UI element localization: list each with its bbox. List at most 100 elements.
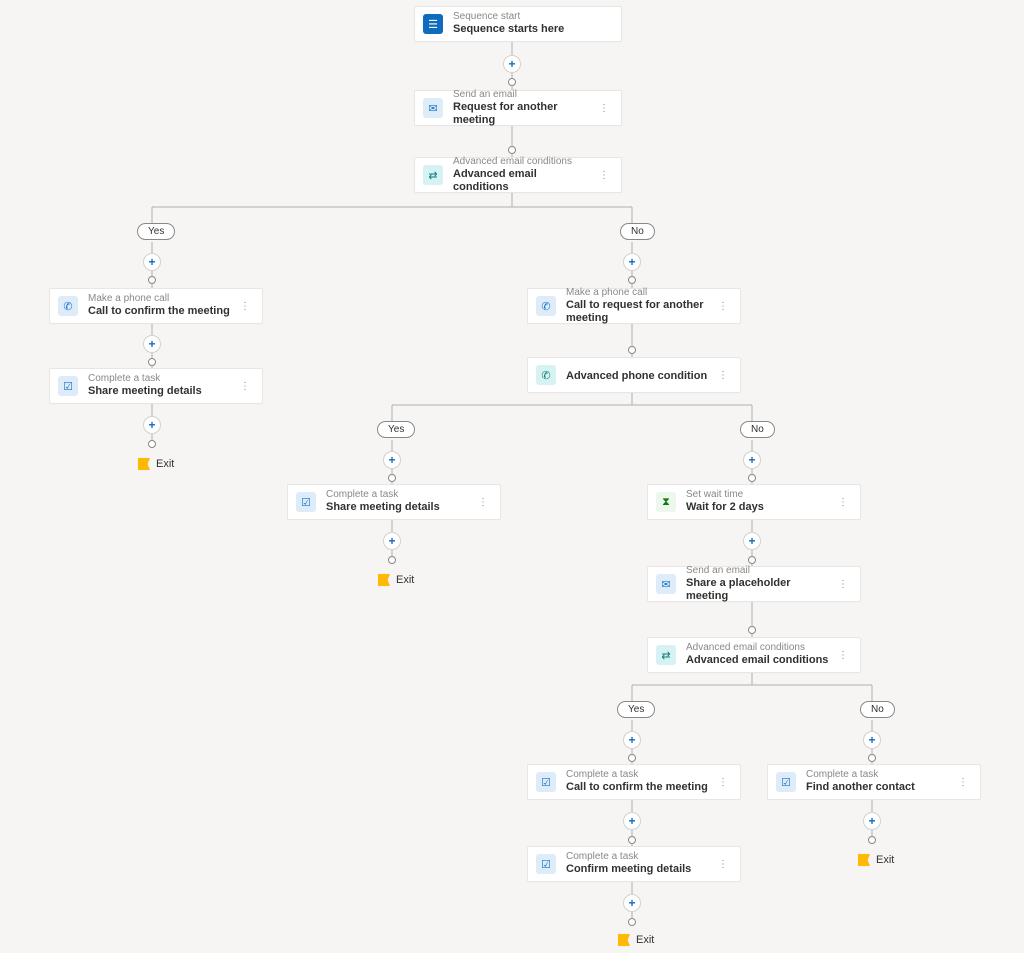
add-step-button[interactable]: + (623, 253, 641, 271)
branch-yes-pill[interactable]: Yes (377, 421, 415, 438)
add-step-button[interactable]: + (503, 55, 521, 73)
node-title: Share a placeholder meeting (686, 577, 834, 603)
node-title: Request for another meeting (453, 101, 595, 127)
task-icon: ☑ (536, 854, 556, 874)
node-title: Call to confirm the meeting (566, 781, 708, 794)
connector-terminator (628, 836, 636, 844)
exit-label: Exit (636, 934, 654, 946)
node-subtitle: Make a phone call (88, 293, 230, 305)
add-step-button[interactable]: + (143, 335, 161, 353)
node-complete-task[interactable]: ☑ Complete a task Share meeting details … (287, 484, 501, 520)
node-send-email[interactable]: ✉ Send an email Request for another meet… (414, 90, 622, 126)
add-step-button[interactable]: + (143, 416, 161, 434)
node-title: Call to confirm the meeting (88, 305, 230, 318)
add-step-button[interactable]: + (863, 731, 881, 749)
exit-marker: Exit (618, 934, 654, 946)
node-complete-task[interactable]: ☑ Complete a task Find another contact ⋮ (767, 764, 981, 800)
node-subtitle: Complete a task (806, 769, 915, 781)
node-menu-button[interactable]: ⋮ (834, 579, 852, 590)
node-subtitle: Send an email (686, 565, 834, 577)
node-complete-task[interactable]: ☑ Complete a task Confirm meeting detail… (527, 846, 741, 882)
add-step-button[interactable]: + (143, 253, 161, 271)
node-phone-call[interactable]: ✆ Make a phone call Call to confirm the … (49, 288, 263, 324)
node-title: Sequence starts here (453, 23, 564, 36)
task-icon: ☑ (58, 376, 78, 396)
exit-label: Exit (156, 458, 174, 470)
exit-marker: Exit (858, 854, 894, 866)
connector-terminator (628, 276, 636, 284)
add-step-button[interactable]: + (743, 532, 761, 550)
branch-yes-pill[interactable]: Yes (137, 223, 175, 240)
node-menu-button[interactable]: ⋮ (236, 301, 254, 312)
connector-terminator (748, 556, 756, 564)
node-subtitle: Set wait time (686, 489, 764, 501)
connector-terminator (388, 556, 396, 564)
node-title: Confirm meeting details (566, 863, 691, 876)
exit-label: Exit (396, 574, 414, 586)
node-title: Advanced phone condition (566, 370, 707, 383)
connector-terminator (148, 440, 156, 448)
branch-no-pill[interactable]: No (860, 701, 895, 718)
email-icon: ✉ (656, 574, 676, 594)
node-menu-button[interactable]: ⋮ (714, 777, 732, 788)
node-complete-task[interactable]: ☑ Complete a task Call to confirm the me… (527, 764, 741, 800)
exit-flag-icon (378, 574, 390, 586)
exit-flag-icon (618, 934, 630, 946)
node-menu-button[interactable]: ⋮ (236, 381, 254, 392)
node-phone-condition[interactable]: ✆ Advanced phone condition ⋮ (527, 357, 741, 393)
task-icon: ☑ (776, 772, 796, 792)
connector-terminator (868, 754, 876, 762)
node-menu-button[interactable]: ⋮ (954, 777, 972, 788)
node-menu-button[interactable]: ⋮ (714, 859, 732, 870)
node-title: Share meeting details (326, 501, 440, 514)
add-step-button[interactable]: + (623, 894, 641, 912)
node-menu-button[interactable]: ⋮ (834, 497, 852, 508)
node-menu-button[interactable]: ⋮ (595, 103, 613, 114)
task-icon: ☑ (536, 772, 556, 792)
phone-icon: ✆ (58, 296, 78, 316)
add-step-button[interactable]: + (743, 451, 761, 469)
node-menu-button[interactable]: ⋮ (474, 497, 492, 508)
branch-yes-pill[interactable]: Yes (617, 701, 655, 718)
node-menu-button[interactable]: ⋮ (714, 301, 732, 312)
exit-label: Exit (876, 854, 894, 866)
exit-flag-icon (858, 854, 870, 866)
branch-no-pill[interactable]: No (620, 223, 655, 240)
node-subtitle: Complete a task (566, 769, 708, 781)
node-subtitle: Send an email (453, 89, 595, 101)
connector-terminator (148, 358, 156, 366)
phone-icon: ✆ (536, 296, 556, 316)
node-wait[interactable]: ⧗ Set wait time Wait for 2 days ⋮ (647, 484, 861, 520)
node-sequence-start[interactable]: ☰ Sequence start Sequence starts here (414, 6, 622, 42)
node-subtitle: Advanced email conditions (686, 642, 828, 654)
add-step-button[interactable]: + (383, 532, 401, 550)
node-email-condition[interactable]: ⇄ Advanced email conditions Advanced ema… (647, 637, 861, 673)
node-menu-button[interactable]: ⋮ (714, 370, 732, 381)
connector-terminator (388, 474, 396, 482)
exit-marker: Exit (378, 574, 414, 586)
node-menu-button[interactable]: ⋮ (595, 170, 613, 181)
node-title: Call to request for another meeting (566, 299, 714, 325)
node-complete-task[interactable]: ☑ Complete a task Share meeting details … (49, 368, 263, 404)
node-menu-button[interactable]: ⋮ (834, 650, 852, 661)
node-subtitle: Complete a task (88, 373, 202, 385)
node-subtitle: Make a phone call (566, 287, 714, 299)
add-step-button[interactable]: + (623, 731, 641, 749)
connector-terminator (508, 78, 516, 86)
node-title: Share meeting details (88, 385, 202, 398)
node-send-email[interactable]: ✉ Send an email Share a placeholder meet… (647, 566, 861, 602)
add-step-button[interactable]: + (383, 451, 401, 469)
branch-no-pill[interactable]: No (740, 421, 775, 438)
add-step-button[interactable]: + (623, 812, 641, 830)
node-title: Wait for 2 days (686, 501, 764, 514)
hourglass-icon: ⧗ (656, 492, 676, 512)
node-email-condition[interactable]: ⇄ Advanced email conditions Advanced ema… (414, 157, 622, 193)
connector-terminator (748, 474, 756, 482)
exit-flag-icon (138, 458, 150, 470)
connector-terminator (628, 918, 636, 926)
node-subtitle: Complete a task (326, 489, 440, 501)
add-step-button[interactable]: + (863, 812, 881, 830)
phone-condition-icon: ✆ (536, 365, 556, 385)
connector-terminator (748, 626, 756, 634)
node-phone-call[interactable]: ✆ Make a phone call Call to request for … (527, 288, 741, 324)
